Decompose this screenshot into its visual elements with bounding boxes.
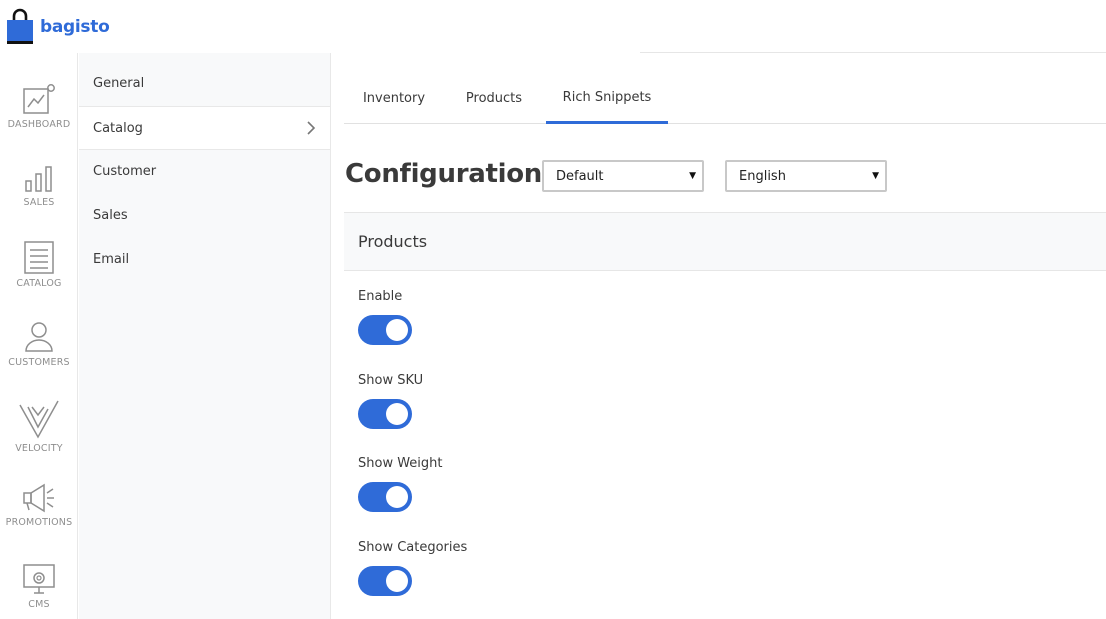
- show-sku-toggle[interactable]: [358, 399, 412, 429]
- show-weight-toggle[interactable]: [358, 482, 412, 512]
- dashboard-chart-icon: [23, 84, 55, 114]
- subnav-label-general: General: [93, 76, 145, 91]
- tab-inventory[interactable]: Inventory: [344, 73, 444, 123]
- shopping-bag-icon: [7, 8, 33, 44]
- main-nav: DASHBOARD SALES CATALOG CUSTOMERS VELOCI…: [0, 53, 78, 619]
- tab-label-inventory: Inventory: [362, 90, 426, 106]
- nav-label-dashboard: DASHBOARD: [7, 119, 71, 130]
- tab-label-products: Products: [465, 90, 523, 106]
- nav-item-dashboard[interactable]: DASHBOARD: [0, 83, 78, 130]
- toggle-knob: [386, 570, 408, 592]
- subnav-label-email: Email: [93, 252, 130, 267]
- dropdown-caret-icon: ▼: [689, 171, 696, 181]
- nav-item-cms[interactable]: CMS: [0, 563, 78, 610]
- dropdown-caret-icon: ▼: [872, 171, 879, 181]
- chevron-right-icon: [307, 121, 316, 135]
- subnav-item-customer[interactable]: Customer: [79, 150, 330, 194]
- section-title: Products: [358, 232, 428, 251]
- nav-label-velocity: VELOCITY: [15, 443, 63, 454]
- field-show-sku: Show SKU: [358, 373, 423, 429]
- user-icon: [25, 322, 53, 352]
- nav-item-customers[interactable]: CUSTOMERS: [0, 321, 78, 368]
- nav-label-promotions: PROMOTIONS: [5, 517, 73, 528]
- toggle-knob: [386, 403, 408, 425]
- enable-toggle[interactable]: [358, 315, 412, 345]
- nav-label-cms: CMS: [28, 599, 50, 610]
- nav-item-promotions[interactable]: PROMOTIONS: [0, 483, 78, 528]
- toggle-knob: [386, 486, 408, 508]
- brand-name: bagisto: [40, 16, 110, 37]
- document-list-icon: [24, 241, 54, 274]
- channel-select-value: Default: [556, 168, 604, 184]
- locale-select-value: English: [739, 168, 786, 184]
- velocity-v-icon: [19, 400, 59, 439]
- field-show-weight: Show Weight: [358, 456, 443, 512]
- section-header[interactable]: Products: [344, 212, 1106, 271]
- monitor-gear-icon: [23, 564, 55, 594]
- megaphone-icon: [23, 483, 54, 513]
- tab-rich-snippets[interactable]: Rich Snippets: [546, 73, 668, 124]
- nav-label-catalog: CATALOG: [16, 278, 62, 289]
- subnav-label-customer: Customer: [93, 164, 157, 179]
- subnav-item-email[interactable]: Email: [79, 238, 330, 282]
- locale-select[interactable]: English ▼: [725, 160, 887, 192]
- subnav-item-general[interactable]: General: [79, 62, 330, 106]
- tab-label-rich-snippets: Rich Snippets: [562, 89, 652, 105]
- subnav-item-sales[interactable]: Sales: [79, 194, 330, 238]
- field-label-show-sku: Show SKU: [358, 373, 424, 388]
- main-content: Inventory Products Rich Snippets Configu…: [344, 53, 1106, 619]
- subnav-label-catalog: Catalog: [93, 120, 143, 136]
- brand-logo[interactable]: bagisto: [6, 8, 110, 45]
- show-categories-toggle[interactable]: [358, 566, 412, 596]
- toggle-knob: [386, 319, 408, 341]
- config-tabs: Inventory Products Rich Snippets: [344, 73, 1106, 124]
- field-label-enable: Enable: [358, 289, 403, 304]
- field-enable: Enable: [358, 289, 412, 345]
- field-label-show-categories: Show Categories: [358, 540, 468, 555]
- field-label-show-weight: Show Weight: [358, 456, 443, 471]
- nav-label-sales: SALES: [23, 197, 55, 208]
- subnav-item-catalog[interactable]: Catalog: [79, 106, 330, 150]
- field-show-categories: Show Categories: [358, 540, 467, 596]
- nav-item-catalog[interactable]: CATALOG: [0, 241, 78, 289]
- nav-item-velocity[interactable]: VELOCITY: [0, 399, 78, 454]
- nav-item-sales[interactable]: SALES: [0, 165, 78, 208]
- nav-label-customers: CUSTOMERS: [8, 357, 70, 368]
- page-title: Configuration: [345, 159, 542, 189]
- top-header: bagisto: [0, 0, 1106, 53]
- bar-chart-icon: [25, 166, 52, 192]
- config-subnav: General Catalog Customer Sales Email: [79, 53, 331, 619]
- tab-products[interactable]: Products: [444, 73, 544, 123]
- subnav-label-sales: Sales: [93, 208, 128, 223]
- channel-select[interactable]: Default ▼: [542, 160, 704, 192]
